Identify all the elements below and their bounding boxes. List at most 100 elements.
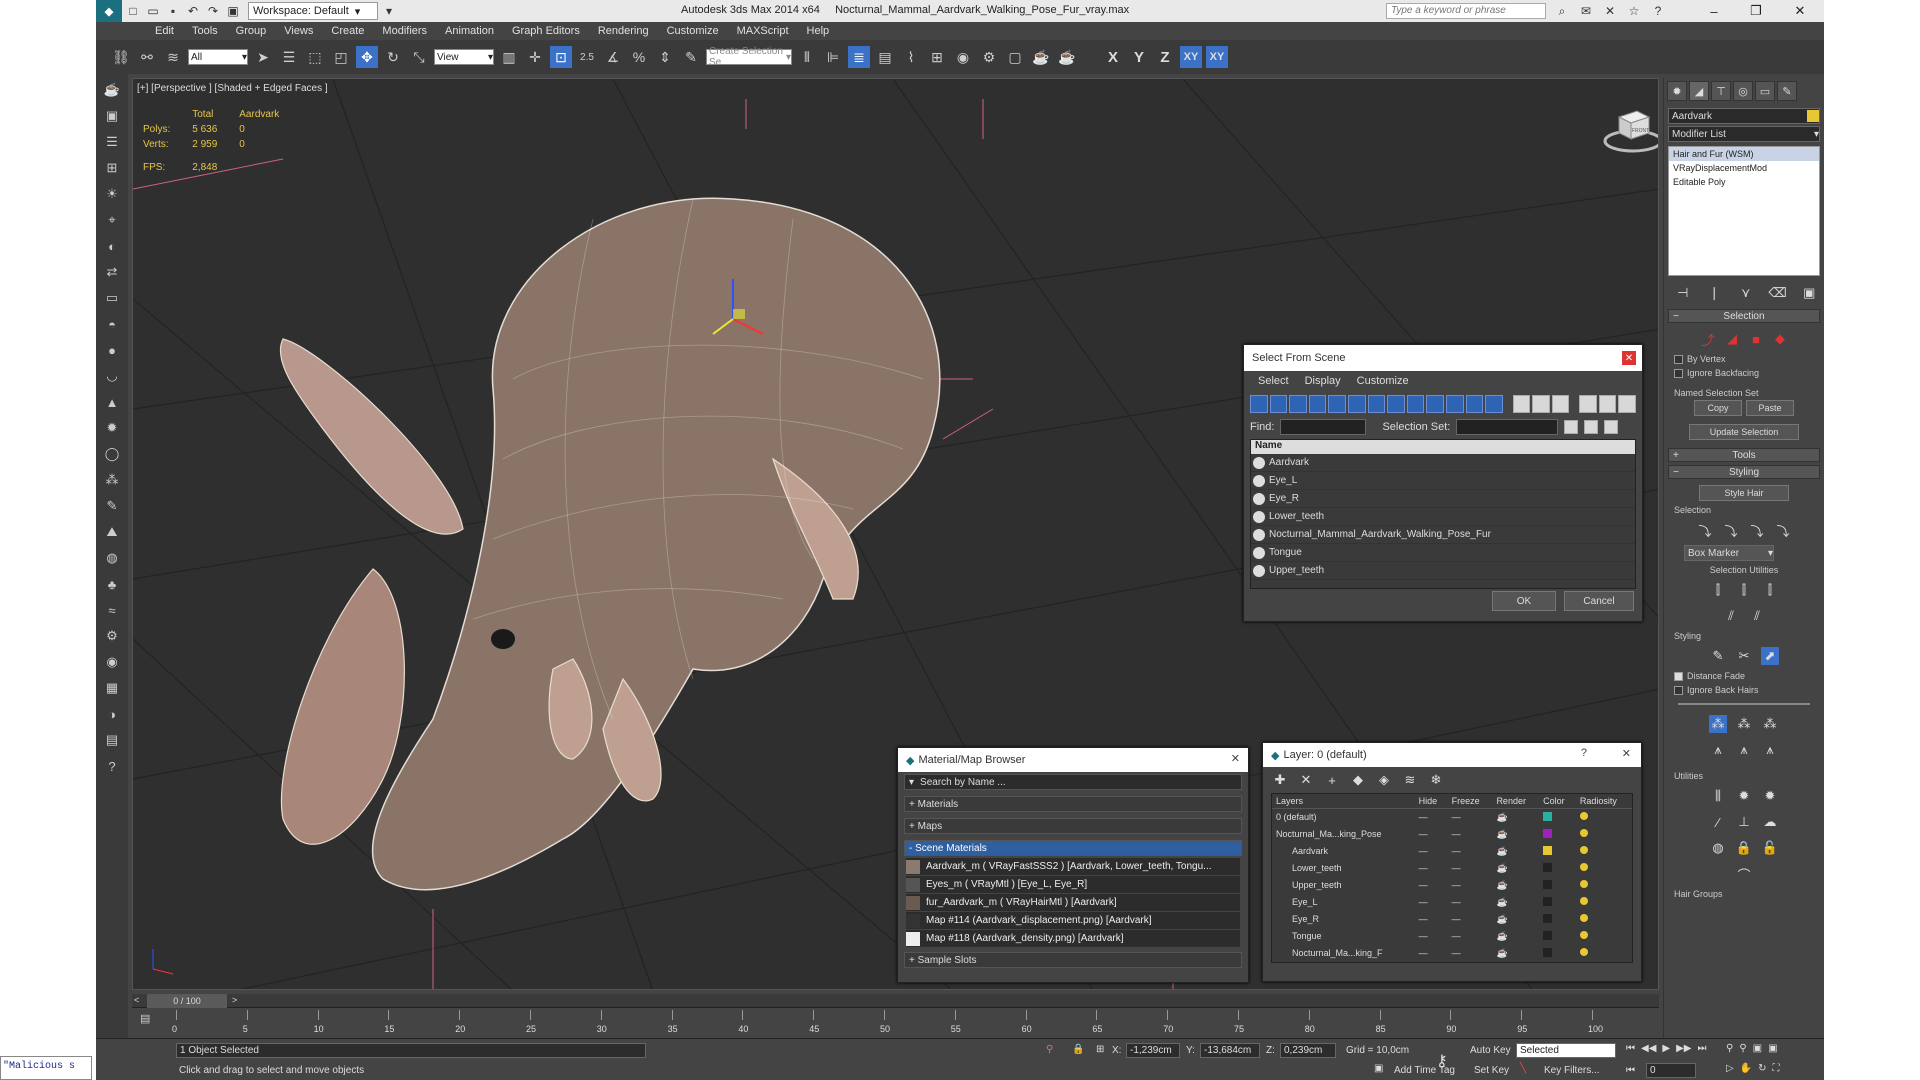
pop-selected-icon[interactable]: ✹ <box>1735 787 1753 805</box>
absolute-mode-icon[interactable]: ⊞ <box>1096 1044 1104 1055</box>
teapot-icon[interactable]: ☕ <box>102 80 122 100</box>
menu-animation[interactable]: Animation <box>436 25 503 37</box>
table-row[interactable]: Eye_L — — ☕ <box>1272 894 1632 911</box>
clump-icon[interactable]: ⩚ <box>1709 741 1727 759</box>
add-to-layer-icon[interactable]: + <box>1323 771 1341 789</box>
track-bar[interactable]: ▤ 0 5 10 15 20 25 30 35 40 45 50 55 60 65 70 75 80 85 90 95… <box>132 1008 1659 1034</box>
make-unique-icon[interactable]: ⋎ <box>1737 284 1755 302</box>
layer-color-swatch[interactable] <box>1543 913 1553 923</box>
zoom-extents-all-icon[interactable]: ▣ <box>1768 1043 1777 1054</box>
toggle-icon[interactable]: ⇄ <box>102 262 122 282</box>
sphere-icon[interactable]: ● <box>102 340 122 360</box>
manipulate-icon[interactable]: ✛ <box>524 46 546 68</box>
new-layer-icon[interactable]: ✚ <box>1271 771 1289 789</box>
styling-rollout[interactable]: − Styling <box>1668 465 1820 479</box>
scene-icon[interactable]: ⛰ <box>102 522 122 542</box>
material-editor-icon[interactable]: ◉ <box>952 46 974 68</box>
sfs-menu-customize[interactable]: Customize <box>1357 375 1409 387</box>
viewcube[interactable]: FRONT <box>1603 99 1658 159</box>
by-vertex-option[interactable]: By Vertex <box>1664 352 1824 366</box>
mini-curve-editor-icon[interactable]: ▤ <box>140 1012 150 1025</box>
render-frame-icon[interactable]: ▣ <box>102 106 122 126</box>
axis-y-button[interactable]: Y <box>1128 46 1150 68</box>
teapot-icon[interactable]: ☕ <box>1492 843 1539 860</box>
menu-edit[interactable]: Edit <box>146 25 183 37</box>
restore-button[interactable]: ❐ <box>1736 0 1776 22</box>
materials-section[interactable]: + Materials <box>904 796 1242 812</box>
zoom-extents-icon[interactable]: ▣ <box>1753 1043 1762 1054</box>
angle-snap-icon[interactable]: ∡ <box>602 46 624 68</box>
maps-section[interactable]: + Maps <box>904 818 1242 834</box>
stack-item-vray-displacement[interactable]: VRayDisplacementMod <box>1669 161 1819 175</box>
auto-key-button[interactable]: Auto Key <box>1470 1045 1511 1056</box>
select-by-root-icon[interactable]: ⤵ <box>1774 521 1792 539</box>
layers-column-header[interactable]: Layers <box>1272 794 1415 809</box>
menu-group[interactable]: Group <box>227 25 276 37</box>
menu-customize[interactable]: Customize <box>658 25 728 37</box>
select-none-icon[interactable] <box>1532 395 1550 413</box>
gear-icon[interactable]: ⚙ <box>102 626 122 646</box>
element-icon[interactable]: ◆ <box>1771 330 1789 348</box>
translate-brush-icon[interactable]: ⁂ <box>1709 715 1727 733</box>
list-item[interactable]: Aardvark <box>1251 454 1635 472</box>
radiosity-column-header[interactable]: Radiosity <box>1575 794 1632 809</box>
light-icon[interactable]: ☀ <box>102 184 122 204</box>
layer-color-swatch[interactable] <box>1543 930 1553 940</box>
radiosity-bulb-icon[interactable] <box>1579 914 1588 922</box>
key-selection-dropdown[interactable]: Selected <box>1516 1043 1616 1058</box>
material-browser-titlebar[interactable]: ◆ Material/Map Browser ✕ <box>898 748 1248 772</box>
pivot-center-icon[interactable]: ▥ <box>498 46 520 68</box>
list-item[interactable]: Lower_teeth <box>1251 508 1635 526</box>
cameras-filter-icon[interactable] <box>1308 395 1327 413</box>
radiosity-bulb-icon[interactable] <box>1579 812 1588 821</box>
y-coordinate-input[interactable]: -13,684cm <box>1200 1043 1260 1058</box>
redo-icon[interactable]: ↷ <box>204 2 222 20</box>
menu-rendering[interactable]: Rendering <box>589 25 658 37</box>
select-move-icon[interactable]: ✥ <box>356 46 378 68</box>
window-crossing-icon[interactable]: ◰ <box>330 46 352 68</box>
selection-lock-icon[interactable]: 🔒 <box>1072 1044 1084 1055</box>
show-end-result-icon[interactable]: ❘ <box>1706 284 1724 302</box>
scale-brush-icon[interactable]: ⩚ <box>1761 741 1779 759</box>
table-row[interactable]: Aardvark — — ☕ <box>1272 843 1632 860</box>
sun-icon[interactable]: ✹ <box>102 418 122 438</box>
schematic-icon[interactable]: ⊞ <box>102 158 122 178</box>
stack-item-hair-fur[interactable]: Hair and Fur (WSM) <box>1669 147 1819 161</box>
add-set-icon[interactable] <box>1564 420 1579 434</box>
list-item[interactable]: fur_Aardvark_m ( VRayHairMtl ) [Aardvark… <box>906 894 1240 912</box>
time-slider-knob[interactable]: 0 / 100 <box>147 994 227 1008</box>
layer-color-swatch[interactable] <box>1543 828 1553 838</box>
remove-modifier-icon[interactable]: ⌫ <box>1768 284 1786 302</box>
columns-icon[interactable] <box>1618 395 1636 413</box>
rendered-frame-icon[interactable]: ▢ <box>1004 46 1026 68</box>
select-layer-icon[interactable]: ◆ <box>1349 771 1367 789</box>
current-frame-input[interactable]: 0 <box>1646 1063 1696 1078</box>
style-hair-button[interactable]: Style Hair <box>1699 485 1789 501</box>
open-file-icon[interactable]: ▭ <box>144 2 162 20</box>
key-icon[interactable]: ⚷ <box>1436 1051 1448 1071</box>
rect-selection-icon[interactable]: ⬚ <box>304 46 326 68</box>
align-icon[interactable]: ⊫ <box>822 46 844 68</box>
attenuate-icon[interactable]: ⫼ <box>1709 787 1727 805</box>
maximize-viewport-icon[interactable]: ⛶ <box>1773 1063 1780 1074</box>
render-setup-icon[interactable]: ⚙ <box>978 46 1000 68</box>
x-coordinate-input[interactable]: -1,239cm <box>1126 1043 1180 1058</box>
rotate-selection-icon[interactable]: ⫿ <box>1735 581 1753 599</box>
hidden-filter-icon[interactable] <box>1465 395 1484 413</box>
schematic-view-icon[interactable]: ⊞ <box>926 46 948 68</box>
save-file-icon[interactable]: ▪ <box>164 2 182 20</box>
workspace-dropdown[interactable]: Workspace: Default ▾ <box>248 2 378 20</box>
list-item[interactable]: Nocturnal_Mammal_Aardvark_Walking_Pose_F… <box>1251 526 1635 544</box>
cone-icon[interactable]: ▲ <box>102 392 122 412</box>
radiosity-bulb-icon[interactable] <box>1579 897 1588 905</box>
ignore-back-hairs-checkbox[interactable] <box>1674 685 1683 695</box>
close-icon[interactable]: ✕ <box>1622 747 1631 760</box>
layer-manager-titlebar[interactable]: ◆ Layer: 0 (default) ? ✕ <box>1263 743 1641 767</box>
material-search-input[interactable]: ▾ Search by Name ... <box>904 774 1242 790</box>
utilities-tab-icon[interactable]: ✎ <box>1777 81 1797 101</box>
hide-all-icon[interactable]: ≋ <box>1401 771 1419 789</box>
containers-filter-icon[interactable] <box>1426 395 1444 413</box>
select-rotate-icon[interactable]: ↻ <box>382 46 404 68</box>
expand-selection-icon[interactable]: ⫿ <box>1761 581 1779 599</box>
color-column-header[interactable]: Color <box>1539 794 1576 809</box>
